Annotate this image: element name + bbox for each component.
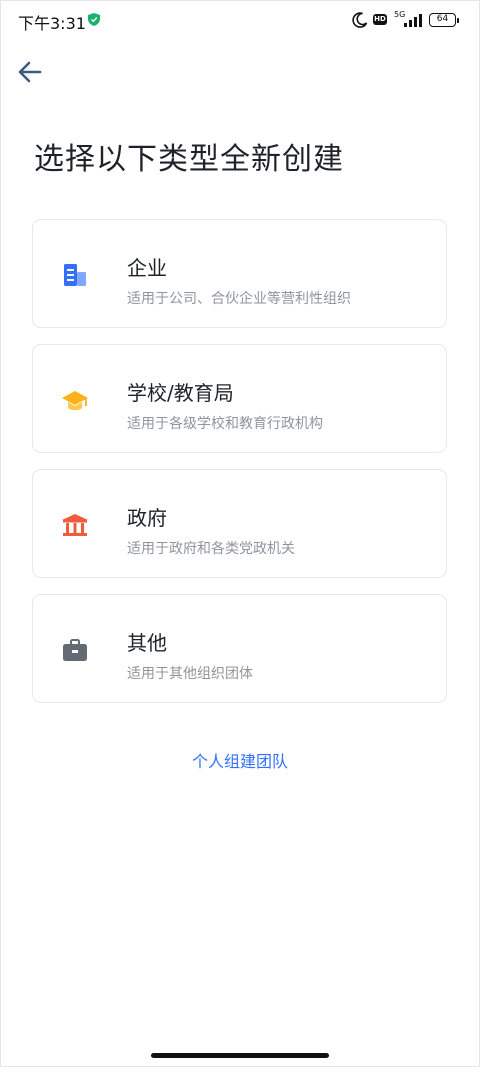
option-card-other[interactable]: 其他 适用于其他组织团体 <box>32 594 447 703</box>
personal-team-link[interactable]: 个人组建团队 <box>0 748 480 772</box>
briefcase-icon <box>63 639 87 661</box>
battery-level: 64 <box>436 14 449 24</box>
option-description: 适用于其他组织团体 <box>127 666 253 682</box>
option-title: 企业 <box>127 256 167 280</box>
option-card-enterprise[interactable]: 企业 适用于公司、合伙企业等营利性组织 <box>32 219 447 328</box>
graduation-cap-icon <box>62 391 88 411</box>
option-description: 适用于各级学校和教育行政机构 <box>127 416 323 432</box>
option-title: 其他 <box>127 631 167 655</box>
arrow-left-icon <box>18 61 42 83</box>
status-bar: 下午3:31 HD 5G 64 <box>0 0 480 40</box>
option-description: 适用于公司、合伙企业等营利性组织 <box>127 291 351 307</box>
moon-icon <box>352 12 368 28</box>
status-time: 下午3:31 <box>18 14 86 33</box>
option-card-government[interactable]: 政府 适用于政府和各类党政机关 <box>32 469 447 578</box>
option-title: 政府 <box>127 506 167 530</box>
signal-icon <box>404 14 422 27</box>
option-card-school[interactable]: 学校/教育局 适用于各级学校和教育行政机构 <box>32 344 447 453</box>
back-button[interactable] <box>14 56 48 88</box>
page-title: 选择以下类型全新创建 <box>34 142 344 177</box>
option-description: 适用于政府和各类党政机关 <box>127 541 295 557</box>
option-title: 学校/教育局 <box>127 381 234 405</box>
battery-icon: 64 <box>429 13 459 27</box>
home-indicator[interactable] <box>151 1053 329 1058</box>
hd-icon: HD <box>373 14 387 25</box>
building-icon <box>64 264 86 286</box>
shield-icon <box>88 13 100 26</box>
government-building-icon <box>62 514 88 536</box>
